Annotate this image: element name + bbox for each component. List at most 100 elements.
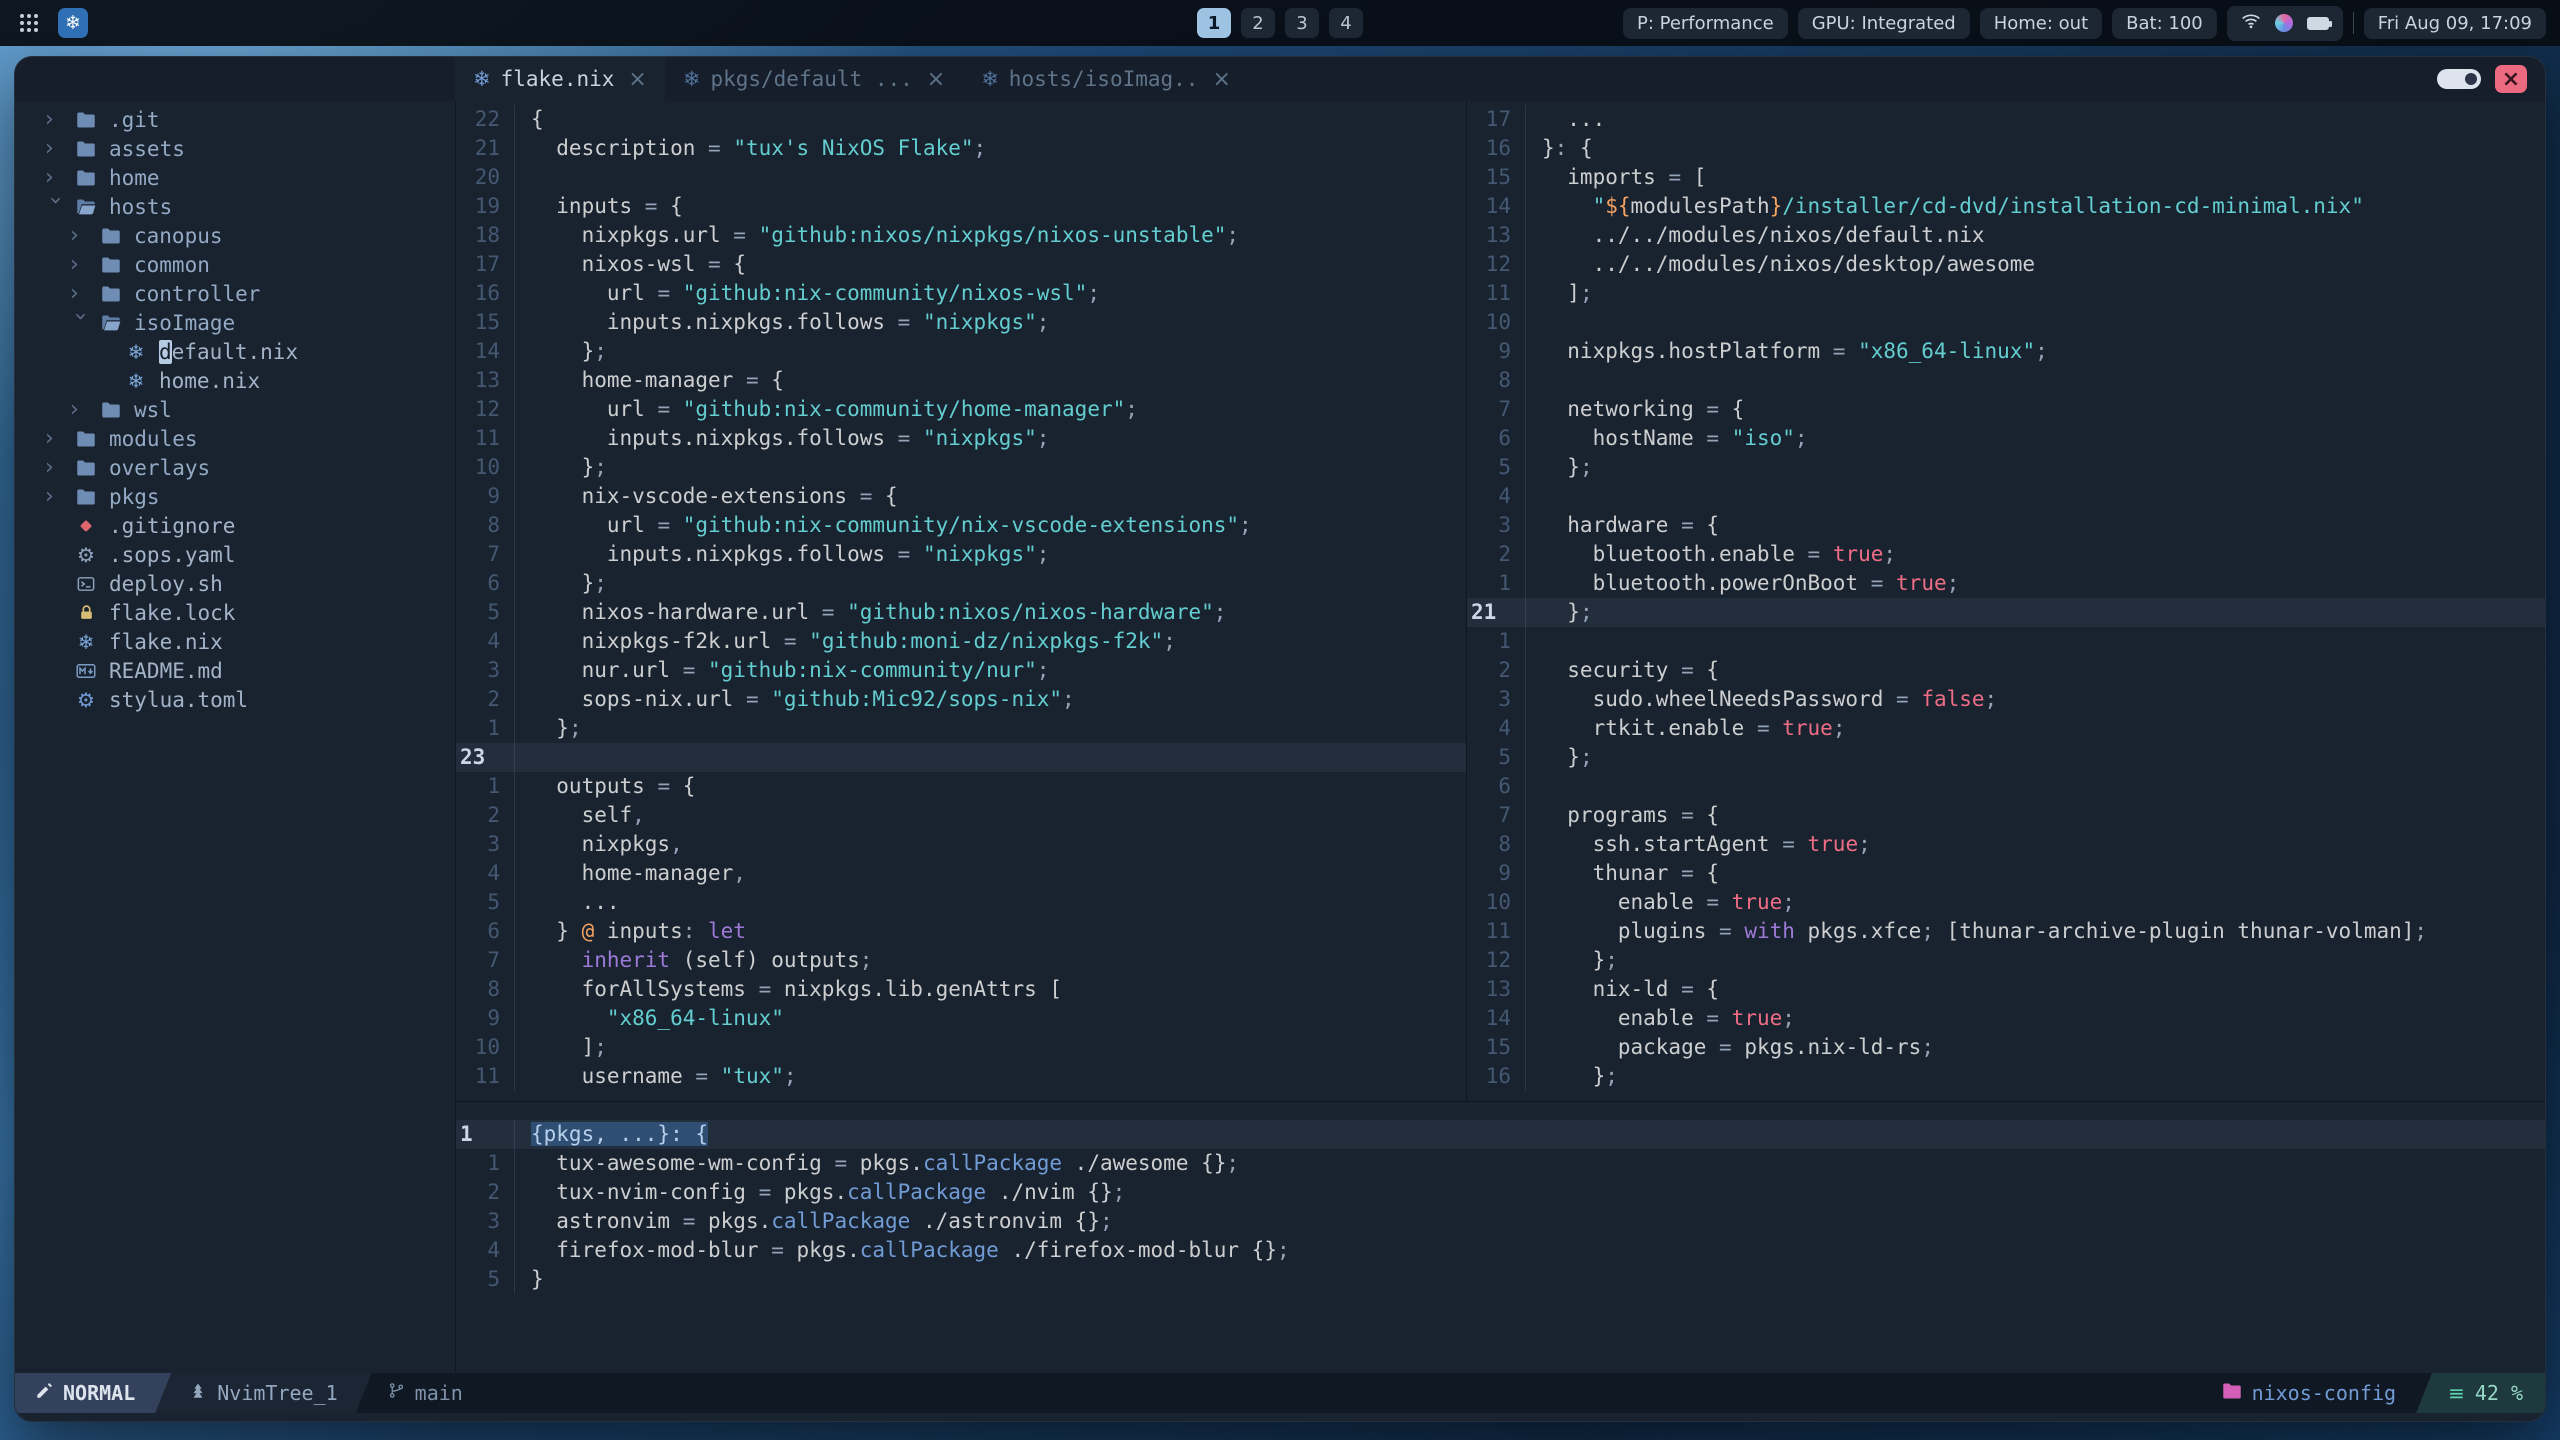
code-line[interactable]: 5 ...	[456, 888, 1466, 917]
workspace-button-3[interactable]: 3	[1285, 8, 1319, 38]
code-line[interactable]: 19 inputs = {	[456, 192, 1466, 221]
tree-item-modules[interactable]: › modules	[15, 424, 455, 453]
code-line[interactable]: 5}	[456, 1265, 2545, 1294]
code-line[interactable]: 5 nixos-hardware.url = "github:nixos/nix…	[456, 598, 1466, 627]
code-line[interactable]: 2 bluetooth.enable = true;	[1467, 540, 2545, 569]
code-line[interactable]: 16}: {	[1467, 134, 2545, 163]
tree-item-gitignore[interactable]: .gitignore	[15, 511, 455, 540]
chevron-down-icon[interactable]: ›	[41, 196, 70, 222]
tree-item-sops-yaml[interactable]: ⚙ .sops.yaml	[15, 540, 455, 569]
code-line[interactable]: 4 firefox-mod-blur = pkgs.callPackage ./…	[456, 1236, 2545, 1265]
tab-hosts-isoimag[interactable]: ❄ hosts/isoImag.. ×	[963, 57, 1249, 101]
code-line[interactable]: 2 security = {	[1467, 656, 2545, 685]
tab-close-icon[interactable]: ×	[927, 67, 945, 92]
chevron-right-icon[interactable]: ›	[45, 482, 71, 511]
code-line[interactable]: 11 ];	[1467, 279, 2545, 308]
code-line[interactable]: 15 package = pkgs.nix-ld-rs;	[1467, 1033, 2545, 1062]
code-line[interactable]: 11 username = "tux";	[456, 1062, 1466, 1091]
code-line[interactable]: 1 outputs = {	[456, 772, 1466, 801]
chevron-right-icon[interactable]: ›	[45, 105, 71, 134]
code-line[interactable]: 4 rtkit.enable = true;	[1467, 714, 2545, 743]
code-line[interactable]: 6	[1467, 772, 2545, 801]
code-line[interactable]: 16 url = "github:nix-community/nixos-wsl…	[456, 279, 1466, 308]
tree-item-common[interactable]: › common	[15, 250, 455, 279]
code-line[interactable]: 1 bluetooth.powerOnBoot = true;	[1467, 569, 2545, 598]
tree-item-flake-lock[interactable]: flake.lock	[15, 598, 455, 627]
tree-item-wsl[interactable]: › wsl	[15, 395, 455, 424]
code-line[interactable]: 12 };	[1467, 946, 2545, 975]
code-line[interactable]: 10	[1467, 308, 2545, 337]
code-line[interactable]: 8 url = "github:nix-community/nix-vscode…	[456, 511, 1466, 540]
code-line[interactable]: 13 ../../modules/nixos/default.nix	[1467, 221, 2545, 250]
code-line[interactable]: 9 thunar = {	[1467, 859, 2545, 888]
code-line[interactable]: 13 nix-ld = {	[1467, 975, 2545, 1004]
code-line[interactable]: 1	[1467, 627, 2545, 656]
code-line[interactable]: 21 description = "tux's NixOS Flake";	[456, 134, 1466, 163]
code-line[interactable]: 15 imports = [	[1467, 163, 2545, 192]
code-line[interactable]: 11 inputs.nixpkgs.follows = "nixpkgs";	[456, 424, 1466, 453]
tree-item-home[interactable]: › home	[15, 163, 455, 192]
code-line[interactable]: 7 programs = {	[1467, 801, 2545, 830]
code-line[interactable]: 5 };	[1467, 743, 2545, 772]
code-line[interactable]: 8	[1467, 366, 2545, 395]
code-line[interactable]: 3 nur.url = "github:nix-community/nur";	[456, 656, 1466, 685]
tree-item-deploy-sh[interactable]: deploy.sh	[15, 569, 455, 598]
app-logo-icon[interactable]: ❄	[58, 8, 88, 38]
chevron-right-icon[interactable]: ›	[70, 221, 96, 250]
tab-close-icon[interactable]: ×	[628, 67, 646, 92]
tree-item-stylua-toml[interactable]: ⚙ stylua.toml	[15, 685, 455, 714]
code-line[interactable]: 14 enable = true;	[1467, 1004, 2545, 1033]
code-line[interactable]: 2 self,	[456, 801, 1466, 830]
code-line[interactable]: 1 {pkgs, ...}: {	[456, 1120, 2545, 1149]
code-line[interactable]: 5 };	[1467, 453, 2545, 482]
code-line[interactable]: 10 ];	[456, 1033, 1466, 1062]
code-line[interactable]: 20	[456, 163, 1466, 192]
tree-item-git[interactable]: › .git	[15, 105, 455, 134]
code-line[interactable]: 14 "${modulesPath}/installer/cd-dvd/inst…	[1467, 192, 2545, 221]
theme-icon[interactable]	[2274, 14, 2293, 32]
code-line[interactable]: 16 };	[1467, 1062, 2545, 1091]
code-line[interactable]: 8 forAllSystems = nixpkgs.lib.genAttrs [	[456, 975, 1466, 1004]
close-button[interactable]: ×	[2495, 65, 2527, 93]
tree-item-assets[interactable]: › assets	[15, 134, 455, 163]
code-line[interactable]: 14 };	[456, 337, 1466, 366]
workspace-button-1[interactable]: 1	[1197, 8, 1231, 38]
code-line[interactable]: 2 tux-nvim-config = pkgs.callPackage ./n…	[456, 1178, 2545, 1207]
code-line[interactable]: 7 inherit (self) outputs;	[456, 946, 1466, 975]
tree-item-home-nix[interactable]: ❄ home.nix	[15, 366, 455, 395]
code-line[interactable]: 6 hostName = "iso";	[1467, 424, 2545, 453]
tab-pkgs-default[interactable]: ❄ pkgs/default ... ×	[665, 57, 963, 101]
chevron-right-icon[interactable]: ›	[45, 453, 71, 482]
code-line[interactable]: 10 };	[456, 453, 1466, 482]
code-line[interactable]: 4 home-manager,	[456, 859, 1466, 888]
launcher-icon[interactable]	[14, 8, 44, 38]
chevron-right-icon[interactable]: ›	[45, 424, 71, 453]
chevron-right-icon[interactable]: ›	[70, 279, 96, 308]
tree-item-controller[interactable]: › controller	[15, 279, 455, 308]
code-line[interactable]: 7 inputs.nixpkgs.follows = "nixpkgs";	[456, 540, 1466, 569]
code-line[interactable]: 11 plugins = with pkgs.xfce; [thunar-arc…	[1467, 917, 2545, 946]
code-line[interactable]: 9 nixpkgs.hostPlatform = "x86_64-linux";	[1467, 337, 2545, 366]
code-line[interactable]: 4 nixpkgs-f2k.url = "github:moni-dz/nixp…	[456, 627, 1466, 656]
code-line[interactable]: 4	[1467, 482, 2545, 511]
code-line[interactable]: 12 url = "github:nix-community/home-mana…	[456, 395, 1466, 424]
code-line[interactable]: 15 inputs.nixpkgs.follows = "nixpkgs";	[456, 308, 1466, 337]
tab-close-icon[interactable]: ×	[1212, 67, 1230, 92]
code-line[interactable]: 9 nix-vscode-extensions = {	[456, 482, 1466, 511]
code-line[interactable]: 17 nixos-wsl = {	[456, 250, 1466, 279]
chevron-down-icon[interactable]: ›	[66, 312, 95, 338]
code-line[interactable]: 22 {	[456, 105, 1466, 134]
code-line[interactable]: 23	[456, 743, 1466, 772]
code-line[interactable]: 17 ...	[1467, 105, 2545, 134]
chevron-right-icon[interactable]: ›	[70, 395, 96, 424]
chevron-right-icon[interactable]: ›	[45, 163, 71, 192]
chevron-right-icon[interactable]: ›	[70, 250, 96, 279]
code-line[interactable]: 7 networking = {	[1467, 395, 2545, 424]
code-line[interactable]: 1 tux-awesome-wm-config = pkgs.callPacka…	[456, 1149, 2545, 1178]
code-line[interactable]: 13 home-manager = {	[456, 366, 1466, 395]
code-line[interactable]: 3 astronvim = pkgs.callPackage ./astronv…	[456, 1207, 2545, 1236]
pin-toggle[interactable]	[2437, 69, 2481, 89]
code-line[interactable]: 10 enable = true;	[1467, 888, 2545, 917]
tree-item-overlays[interactable]: › overlays	[15, 453, 455, 482]
workspace-button-2[interactable]: 2	[1241, 8, 1275, 38]
